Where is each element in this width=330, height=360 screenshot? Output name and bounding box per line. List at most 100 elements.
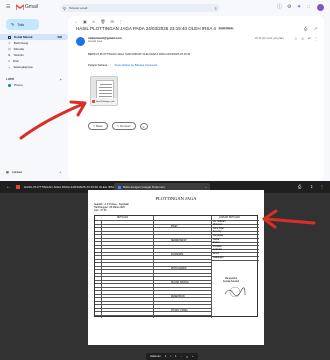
recipient-label[interactable]: kepada saya <box>88 40 102 43</box>
translate-to-link[interactable]: Terjemahkan ke Bahasa Indonesia <box>114 63 157 67</box>
zoom-out-icon[interactable]: − <box>181 355 183 358</box>
gmail-window: ☰ Gmail ⚲ Telusuri email ≡ ⓘ ⚙ ✦ ∷ ✎ Tul… <box>0 0 330 181</box>
reply-buttons: ↶ Balas ↷ Teruskan ☺ <box>88 122 148 130</box>
apps-icon[interactable]: ∷ <box>307 4 310 10</box>
gemini-icon[interactable]: ✦ <box>297 4 301 10</box>
send-icon: ➤ <box>8 53 11 57</box>
emoji-react-button[interactable]: ☺ <box>139 122 148 130</box>
emoji-icon[interactable]: ☺ <box>301 36 305 41</box>
role-label: Driver <box>213 253 220 255</box>
chevron-down-icon: ⌄ <box>204 185 207 189</box>
add-app-icon[interactable]: + <box>59 170 61 174</box>
mark-icon[interactable]: ✉ <box>110 19 113 24</box>
sidebar-item-label: Berbintang <box>13 41 29 45</box>
open-new-window-icon[interactable]: ↗ <box>314 26 317 31</box>
zoom-in-icon[interactable]: + <box>192 355 194 358</box>
reply-label: Balas <box>96 125 103 128</box>
role-label: Ka. Sekolah <box>213 220 226 223</box>
translate-separator-icon: › <box>110 63 112 67</box>
star-icon: ☆ <box>8 41 11 45</box>
delete-icon[interactable]: 🗑 <box>100 19 105 24</box>
apps-section[interactable]: ▦ Aplikasi + <box>6 170 61 174</box>
compose-label: Tulis <box>17 22 24 27</box>
viewer-file-title: HASIL PLOTTINGAN JAGA PADA 24/03/2025 23… <box>24 185 123 189</box>
gmail-logo-icon <box>16 4 24 10</box>
page-label: Halaman <box>150 355 161 358</box>
open-with-label: Buka dengan Google Dokumen <box>123 185 165 189</box>
annotation-arrow-icon <box>19 100 87 140</box>
pdf-viewer: ← HASIL PLOTTINGAN JAGA PADA 24/03/2025 … <box>0 181 330 360</box>
search-bar[interactable]: ⚲ Telusuri email ≡ <box>60 4 220 12</box>
translate-bar: Pelajari bahasa › Terjemahkan ke Bahasa … <box>88 63 157 67</box>
search-icon[interactable]: ⚲ <box>63 6 66 11</box>
message-subject: HASIL PLOTTINGAN JAGA PADA 24/03/2025 23… <box>76 26 234 31</box>
page-current[interactable]: 1 <box>165 355 167 358</box>
avatar[interactable] <box>317 4 324 11</box>
unread-count: 996 <box>57 35 62 39</box>
signature-label: Mengetahui <box>225 278 238 280</box>
labels-heading-text: Label <box>6 77 15 81</box>
sender-avatar <box>76 37 85 46</box>
pdf-page: PLOTTINGAN JAGA Sekolah : A.P. Polnes - … <box>88 190 264 345</box>
apps-grid-icon: ▦ <box>6 170 9 174</box>
docs-icon <box>118 185 121 189</box>
app-name: Gmail <box>25 4 39 10</box>
help-icon[interactable]: ⓘ <box>277 4 282 10</box>
forward-button[interactable]: ↷ Teruskan <box>111 122 136 130</box>
close-icon[interactable]: ← <box>6 184 11 190</box>
sidebar-item-label: Kotak Masuk <box>14 35 33 39</box>
search-input[interactable]: Telusuri email <box>69 6 87 10</box>
pencil-icon: ✎ <box>11 22 15 27</box>
role-label: Perawat <box>213 245 222 248</box>
inbox-badge[interactable]: Kotak Masuk <box>217 27 234 31</box>
chevron-down-icon: ⌄ <box>8 65 11 69</box>
download-icon[interactable]: ↧ <box>310 184 313 189</box>
gmail-topbar: ☰ Gmail ⚲ Telusuri email ≡ ⓘ ⚙ ✦ ∷ <box>0 0 330 16</box>
role-label: Dokter <box>213 242 220 245</box>
sidebar-item-label: Draf <box>12 59 19 63</box>
message-actions: ☆ ☺ ↶ ⋮ <box>294 36 318 41</box>
archive-icon[interactable]: ▣ <box>83 19 87 24</box>
zoom-icon[interactable]: ⚲ <box>186 355 188 359</box>
menu-icon[interactable]: ☰ <box>6 4 10 10</box>
back-icon[interactable]: ← <box>74 19 78 24</box>
subject-text: HASIL PLOTTINGAN JAGA PADA 24/03/2025 23… <box>76 26 216 31</box>
filter-icon[interactable]: ≡ <box>215 6 217 11</box>
reply-icon[interactable]: ↶ <box>308 36 311 41</box>
more-icon[interactable]: ⋮ <box>119 19 123 24</box>
label-item-text: Promo <box>14 83 23 87</box>
sidebar: Kotak Masuk 996 ☆ Berbintang ◷ Ditunda ➤ Ter… <box>0 34 68 88</box>
apps-label: Aplikasi <box>11 170 23 174</box>
table-head: PETUGAS <box>117 216 128 219</box>
sidebar-item-more[interactable]: ⌄ Selengkapnya <box>0 64 68 70</box>
star-icon[interactable]: ☆ <box>294 36 298 41</box>
table-head: JUMLAH PETUGAS <box>219 216 240 219</box>
page-total: 1 <box>175 355 177 358</box>
annotation-arrow-icon <box>262 209 316 229</box>
label-item-promo[interactable]: Promo <box>0 82 68 88</box>
add-label-icon[interactable]: + <box>60 77 62 82</box>
label-dot-icon <box>8 83 11 87</box>
translate-from-link[interactable]: Pelajari bahasa <box>88 63 107 67</box>
role-label: Ambulan <box>213 249 223 252</box>
role-label: Karyawan <box>213 235 224 237</box>
print-icon[interactable]: ⎙ <box>298 184 301 189</box>
page-separator: / <box>170 355 172 358</box>
more-vert-icon[interactable]: ⋮ <box>320 184 324 189</box>
settings-icon[interactable]: ⚙ <box>287 4 291 10</box>
more-vert-icon[interactable]: ⋮ <box>314 36 318 41</box>
message-toolbar: ← ▣ ⚠ 🗑 ✉ ⋮ <box>74 19 123 24</box>
gmail-logo[interactable]: Gmail <box>16 4 38 10</box>
message-pane: ← ▣ ⚠ 🗑 ✉ ⋮ HASIL PLOTTINGAN JAGA PADA 2… <box>68 16 324 181</box>
pdf-icon <box>16 185 20 189</box>
print-icon[interactable]: ⎙ <box>304 26 307 31</box>
inbox-icon <box>8 35 11 39</box>
compose-button[interactable]: ✎ Tulis <box>6 19 39 30</box>
role-label: Wakasek <box>213 224 223 227</box>
report-icon[interactable]: ⚠ <box>92 19 96 24</box>
clock-icon: ◷ <box>8 47 11 51</box>
page-controls: Halaman 1 / 1 − ⚲ + <box>146 353 198 360</box>
sidebar-item-label: Selengkapnya <box>13 65 33 69</box>
attachment-preview <box>96 80 114 99</box>
doc-title: PLOTTINGAN JAGA <box>155 196 197 201</box>
